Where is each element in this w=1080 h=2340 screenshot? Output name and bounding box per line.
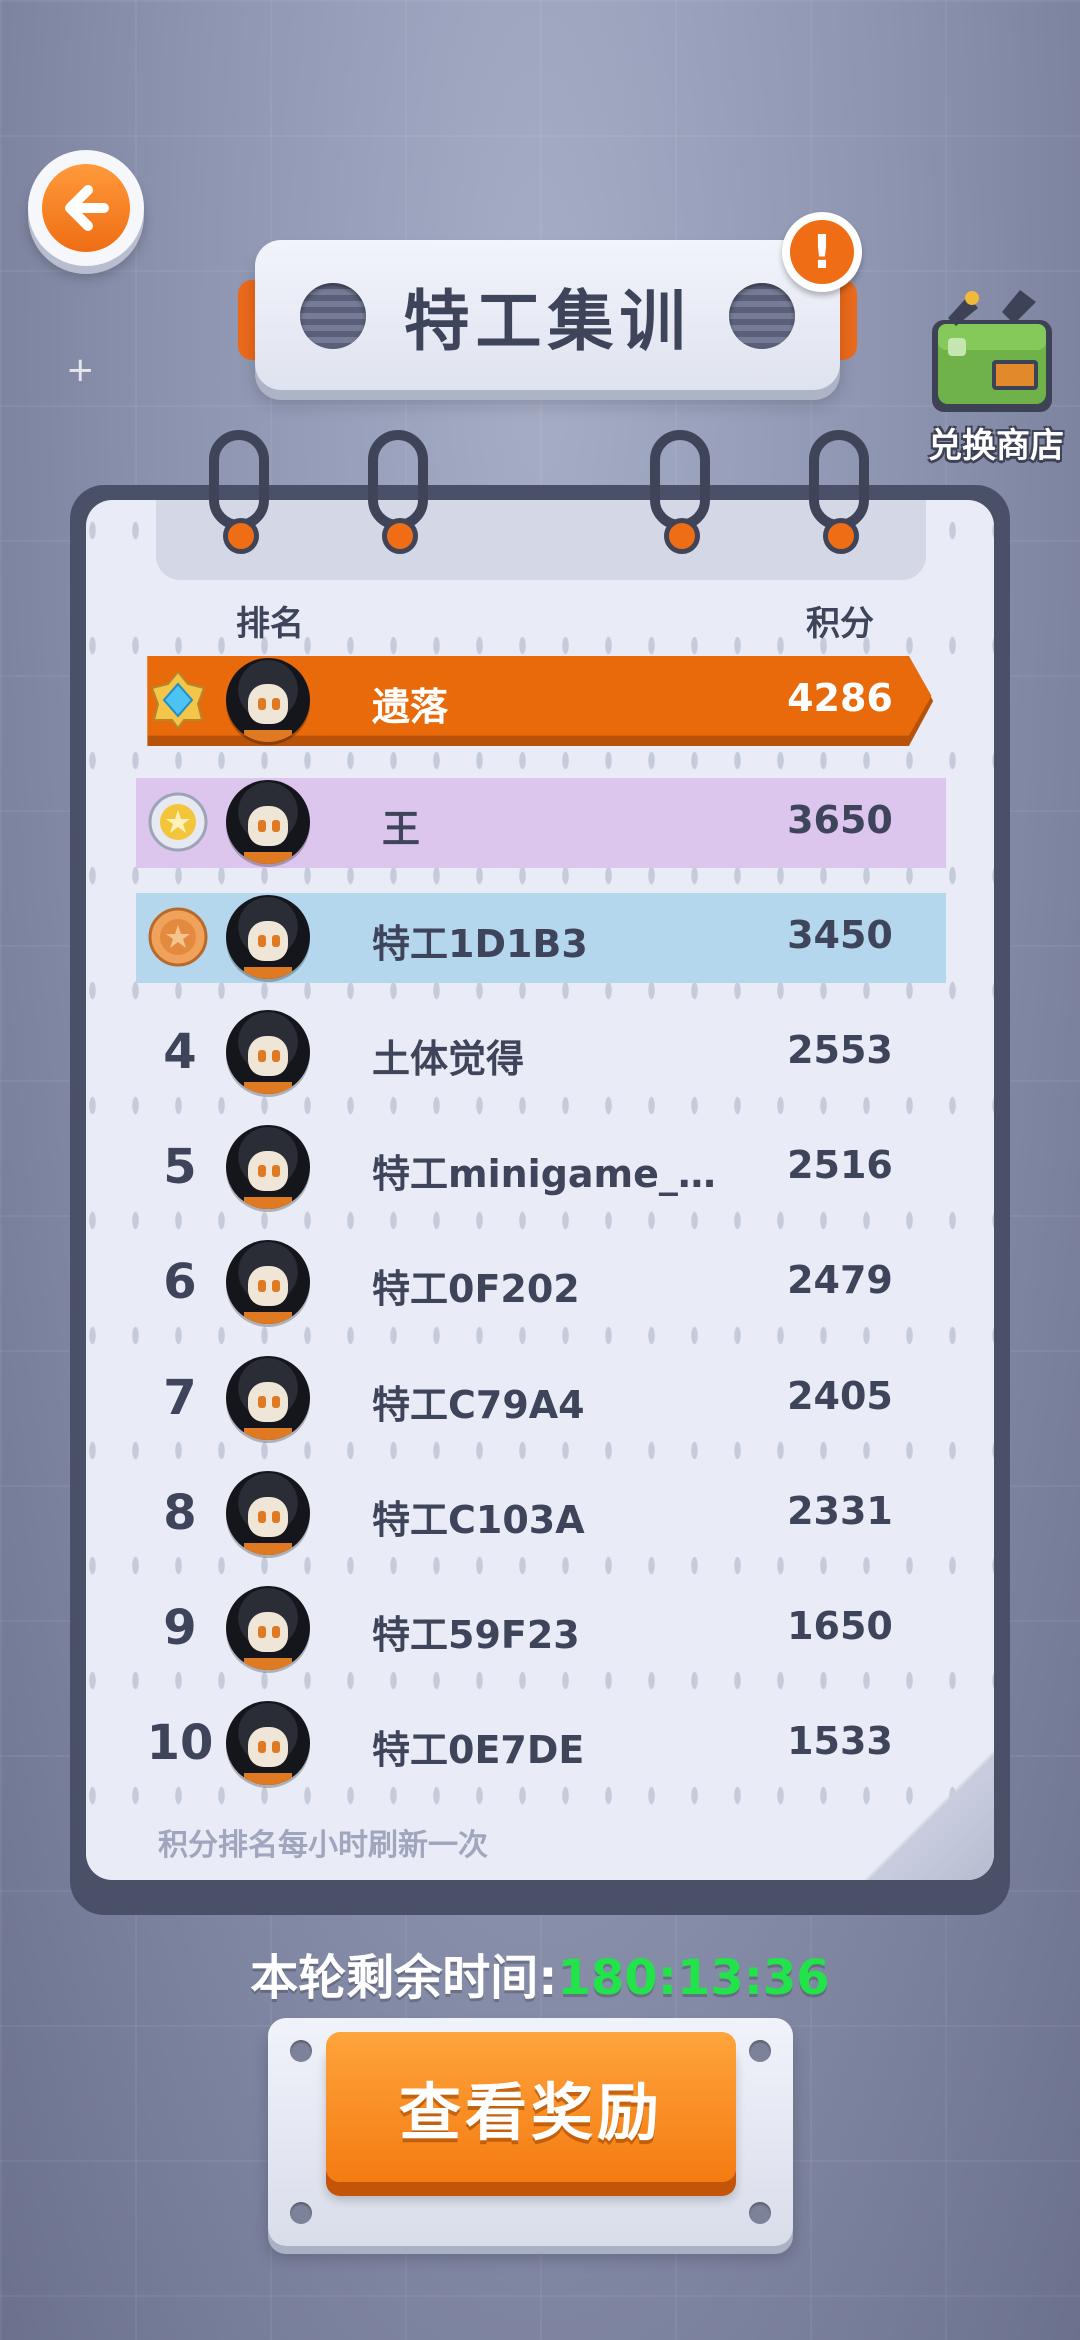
table-row[interactable]: 王 3650: [0, 778, 1080, 868]
avatar: [226, 1701, 310, 1785]
player-name: 特工59F23: [372, 1613, 580, 1657]
rank-number: 9: [163, 1600, 197, 1656]
view-rewards-button[interactable]: 查看奖励: [326, 2032, 736, 2182]
table-row[interactable]: 5 特工minigame_… 2516: [0, 1123, 1080, 1213]
avatar: [226, 780, 310, 864]
player-name: 特工1D1B3: [372, 922, 588, 966]
avatar: [226, 1240, 310, 1324]
rank-column-header: 排名: [236, 604, 304, 644]
avatar: [226, 1586, 310, 1670]
binder-ring: [205, 430, 275, 554]
sparkle-icon: +: [66, 350, 95, 390]
player-score: 2516: [787, 1143, 893, 1187]
shop-label: 兑换商店: [928, 426, 1064, 466]
diamond-medal-icon: [150, 670, 206, 730]
table-row[interactable]: 10 特工0E7DE 1533: [0, 1699, 1080, 1789]
back-arrow-icon: [42, 164, 130, 252]
rank-number: 10: [146, 1715, 214, 1771]
player-name: 土体觉得: [372, 1037, 525, 1081]
info-button[interactable]: !: [782, 212, 862, 292]
avatar: [226, 1356, 310, 1440]
table-row[interactable]: 7 特工C79A4 2405: [0, 1354, 1080, 1444]
page-title: 特工集训: [403, 283, 692, 360]
table-row[interactable]: 8 特工C103A 2331: [0, 1469, 1080, 1559]
rank-number: 7: [163, 1370, 197, 1426]
avatar: [226, 895, 310, 979]
round-timer: 本轮剩余时间:180:13:36: [0, 1938, 1080, 2008]
binder-ring: [364, 430, 434, 554]
binder-ring: [805, 430, 875, 554]
timer-label: 本轮剩余时间:: [250, 1950, 558, 2006]
player-score: 2479: [787, 1258, 893, 1302]
player-score: 3450: [787, 913, 893, 957]
exclamation-icon: !: [790, 220, 854, 284]
table-row[interactable]: 9 特工59F23 1650: [0, 1584, 1080, 1674]
player-score: 1533: [787, 1719, 893, 1763]
rank-number: 6: [163, 1254, 197, 1310]
player-name: 王: [382, 807, 421, 851]
avatar: [226, 1471, 310, 1555]
score-column-header: 积分: [806, 604, 874, 644]
bronze-medal-icon: [148, 907, 208, 967]
shop-icon: [932, 290, 1052, 412]
refresh-note: 积分排名每小时刷新一次: [158, 1828, 488, 1863]
table-row[interactable]: 遗落 4286: [0, 656, 1080, 746]
table-row[interactable]: 特工1D1B3 3450: [0, 893, 1080, 983]
exchange-shop-button[interactable]: 兑换商店: [916, 280, 1076, 470]
gold-medal-icon: [148, 792, 208, 852]
back-button[interactable]: [28, 150, 144, 266]
rank-number: 8: [163, 1485, 197, 1541]
player-score: 3650: [787, 798, 893, 842]
player-score: 2405: [787, 1374, 893, 1418]
player-score: 2553: [787, 1028, 893, 1072]
player-score: 2331: [787, 1489, 893, 1533]
player-name: 特工C103A: [372, 1498, 585, 1542]
player-score: 1650: [787, 1604, 893, 1648]
rank-number: 5: [163, 1139, 197, 1195]
table-row[interactable]: 4 土体觉得 2553: [0, 1008, 1080, 1098]
avatar: [226, 658, 310, 742]
player-name: 特工0E7DE: [372, 1728, 585, 1772]
avatar: [226, 1125, 310, 1209]
timer-value: 180:13:36: [557, 1950, 830, 2006]
player-name: 遗落: [372, 685, 449, 729]
binder-ring: [646, 430, 716, 554]
title-plate: 特工集训: [255, 240, 840, 390]
player-name: 特工C79A4: [372, 1383, 585, 1427]
rank-number: 4: [163, 1024, 197, 1080]
avatar: [226, 1010, 310, 1094]
player-name: 特工0F202: [372, 1267, 580, 1311]
player-name: 特工minigame_…: [372, 1152, 716, 1196]
player-score: 4286: [787, 676, 893, 720]
table-row[interactable]: 6 特工0F202 2479: [0, 1238, 1080, 1328]
